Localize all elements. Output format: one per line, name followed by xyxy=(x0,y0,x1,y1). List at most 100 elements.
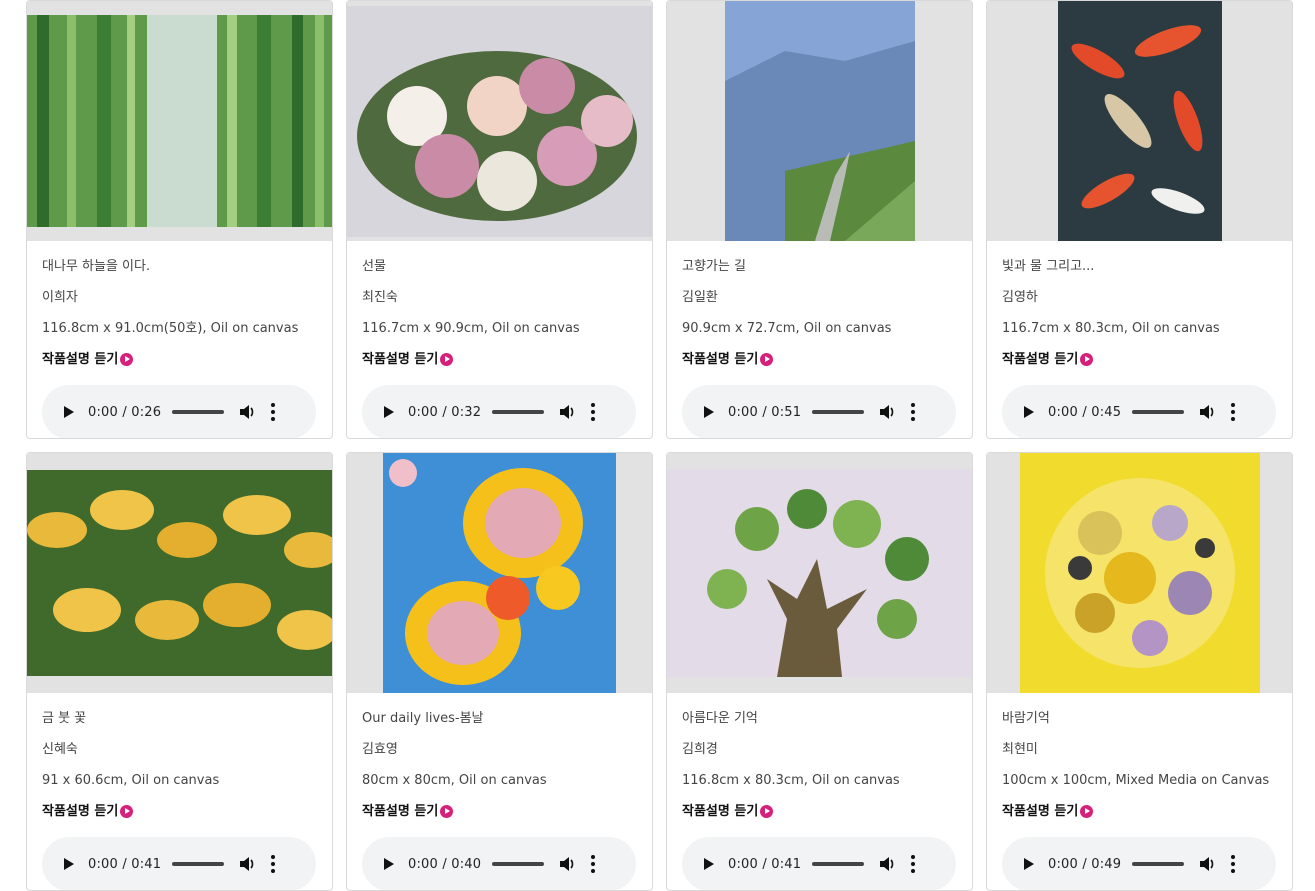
artwork-image[interactable] xyxy=(27,1,332,241)
audio-seek-slider[interactable] xyxy=(1132,862,1184,866)
play-circle-icon xyxy=(120,805,134,818)
listen-label: 작품설명 듣기 xyxy=(362,352,439,367)
artwork-spec: 116.8cm x 91.0cm(50호), Oil on canvas xyxy=(42,321,299,336)
play-icon[interactable] xyxy=(704,406,714,418)
volume-icon[interactable] xyxy=(1198,403,1216,421)
artwork-spec: 80cm x 80cm, Oil on canvas xyxy=(362,773,547,788)
play-icon[interactable] xyxy=(384,406,394,418)
audio-time: 0:00 / 0:51 xyxy=(728,404,802,420)
artwork-image[interactable] xyxy=(987,453,1292,693)
artwork-image[interactable] xyxy=(667,1,972,241)
painting-flowers xyxy=(347,5,652,237)
audio-time: 0:00 / 0:45 xyxy=(1048,404,1122,420)
listen-description: 작품설명 듣기 xyxy=(362,796,637,827)
artwork-artist: 김영하 xyxy=(1002,290,1038,305)
more-options-icon[interactable] xyxy=(270,855,276,873)
more-options-icon[interactable] xyxy=(1230,855,1236,873)
artwork-image[interactable] xyxy=(987,1,1292,241)
more-options-icon[interactable] xyxy=(910,403,916,421)
artwork-title: 고향가는 길 xyxy=(682,259,746,274)
play-icon[interactable] xyxy=(64,858,74,870)
play-icon[interactable] xyxy=(384,858,394,870)
more-options-icon[interactable] xyxy=(1230,403,1236,421)
audio-time: 0:00 / 0:49 xyxy=(1048,856,1122,872)
artwork-card: 금 붓 꽃 신혜숙 91 x 60.6cm, Oil on canvas 작품설… xyxy=(26,452,333,891)
artwork-artist: 이희자 xyxy=(42,290,78,305)
volume-icon[interactable] xyxy=(558,403,576,421)
more-options-icon[interactable] xyxy=(590,403,596,421)
audio-player: 0:00 / 0:41 xyxy=(682,837,956,890)
audio-seek-slider[interactable] xyxy=(492,862,544,866)
artwork-title: 선물 xyxy=(362,259,386,274)
listen-label: 작품설명 듣기 xyxy=(1002,804,1079,819)
listen-label: 작품설명 듣기 xyxy=(362,804,439,819)
volume-icon[interactable] xyxy=(238,403,256,421)
audio-seek-slider[interactable] xyxy=(812,410,864,414)
play-icon[interactable] xyxy=(64,406,74,418)
audio-time: 0:00 / 0:41 xyxy=(728,856,802,872)
listen-description: 작품설명 듣기 xyxy=(1002,344,1277,375)
play-icon[interactable] xyxy=(1024,406,1034,418)
listen-label: 작품설명 듣기 xyxy=(1002,352,1079,367)
artwork-title: 바람기억 xyxy=(1002,711,1050,726)
volume-icon[interactable] xyxy=(1198,855,1216,873)
play-circle-icon xyxy=(1080,805,1094,818)
volume-icon[interactable] xyxy=(878,855,896,873)
artwork-title: 금 붓 꽃 xyxy=(42,711,87,726)
audio-seek-slider[interactable] xyxy=(172,862,224,866)
play-icon[interactable] xyxy=(1024,858,1034,870)
artwork-spec: 91 x 60.6cm, Oil on canvas xyxy=(42,773,220,788)
artwork-artist: 최현미 xyxy=(1002,742,1038,757)
audio-player: 0:00 / 0:40 xyxy=(362,837,636,890)
volume-icon[interactable] xyxy=(558,855,576,873)
artwork-title: Our daily lives-봄날 xyxy=(362,711,484,726)
audio-seek-slider[interactable] xyxy=(172,410,224,414)
painting-tree xyxy=(667,469,972,677)
play-circle-icon xyxy=(440,353,454,366)
audio-player: 0:00 / 0:32 xyxy=(362,385,636,438)
artwork-image[interactable] xyxy=(347,1,652,241)
audio-time: 0:00 / 0:32 xyxy=(408,404,482,420)
artwork-title: 대나무 하늘을 이다. xyxy=(42,259,151,274)
audio-player: 0:00 / 0:49 xyxy=(1002,837,1276,890)
artwork-artist: 김효영 xyxy=(362,742,398,757)
artwork-card: 아름다운 기억 김희경 116.8cm x 80.3cm, Oil on can… xyxy=(666,452,973,891)
artwork-image[interactable] xyxy=(347,453,652,693)
play-circle-icon xyxy=(760,805,774,818)
artwork-image[interactable] xyxy=(667,453,972,693)
artwork-artist: 최진숙 xyxy=(362,290,398,305)
audio-seek-slider[interactable] xyxy=(1132,410,1184,414)
audio-seek-slider[interactable] xyxy=(492,410,544,414)
audio-player: 0:00 / 0:26 xyxy=(42,385,316,438)
artwork-card: Our daily lives-봄날 김효영 80cm x 80cm, Oil … xyxy=(346,452,653,891)
play-icon[interactable] xyxy=(704,858,714,870)
audio-seek-slider[interactable] xyxy=(812,862,864,866)
artwork-card: 고향가는 길 김일환 90.9cm x 72.7cm, Oil on canva… xyxy=(666,0,973,439)
artwork-title: 아름다운 기억 xyxy=(682,711,758,726)
volume-icon[interactable] xyxy=(878,403,896,421)
listen-description: 작품설명 듣기 xyxy=(682,796,957,827)
painting-wind-memory xyxy=(1019,453,1260,693)
artwork-grid: 대나무 하늘을 이다. 이희자 116.8cm x 91.0cm(50호), O… xyxy=(26,0,1293,891)
listen-description: 작품설명 듣기 xyxy=(362,344,637,375)
more-options-icon[interactable] xyxy=(910,855,916,873)
volume-icon[interactable] xyxy=(238,855,256,873)
painting-koi xyxy=(1057,1,1222,241)
listen-label: 작품설명 듣기 xyxy=(42,804,119,819)
more-options-icon[interactable] xyxy=(270,403,276,421)
artwork-image[interactable] xyxy=(27,453,332,693)
audio-player: 0:00 / 0:51 xyxy=(682,385,956,438)
listen-description: 작품설명 듣기 xyxy=(42,796,317,827)
artwork-card: 선물 최진숙 116.7cm x 90.9cm, Oil on canvas 작… xyxy=(346,0,653,439)
painting-iris xyxy=(27,470,332,676)
listen-label: 작품설명 듣기 xyxy=(682,352,759,367)
listen-label: 작품설명 듣기 xyxy=(42,352,119,367)
listen-label: 작품설명 듣기 xyxy=(682,804,759,819)
artwork-spec: 116.7cm x 90.9cm, Oil on canvas xyxy=(362,321,580,336)
play-circle-icon xyxy=(120,353,134,366)
more-options-icon[interactable] xyxy=(590,855,596,873)
artwork-title: 빛과 물 그리고... xyxy=(1002,259,1095,274)
painting-road xyxy=(724,1,915,241)
artwork-card: 빛과 물 그리고... 김영하 116.7cm x 80.3cm, Oil on… xyxy=(986,0,1293,439)
artwork-spec: 100cm x 100cm, Mixed Media on Canvas xyxy=(1002,773,1270,788)
